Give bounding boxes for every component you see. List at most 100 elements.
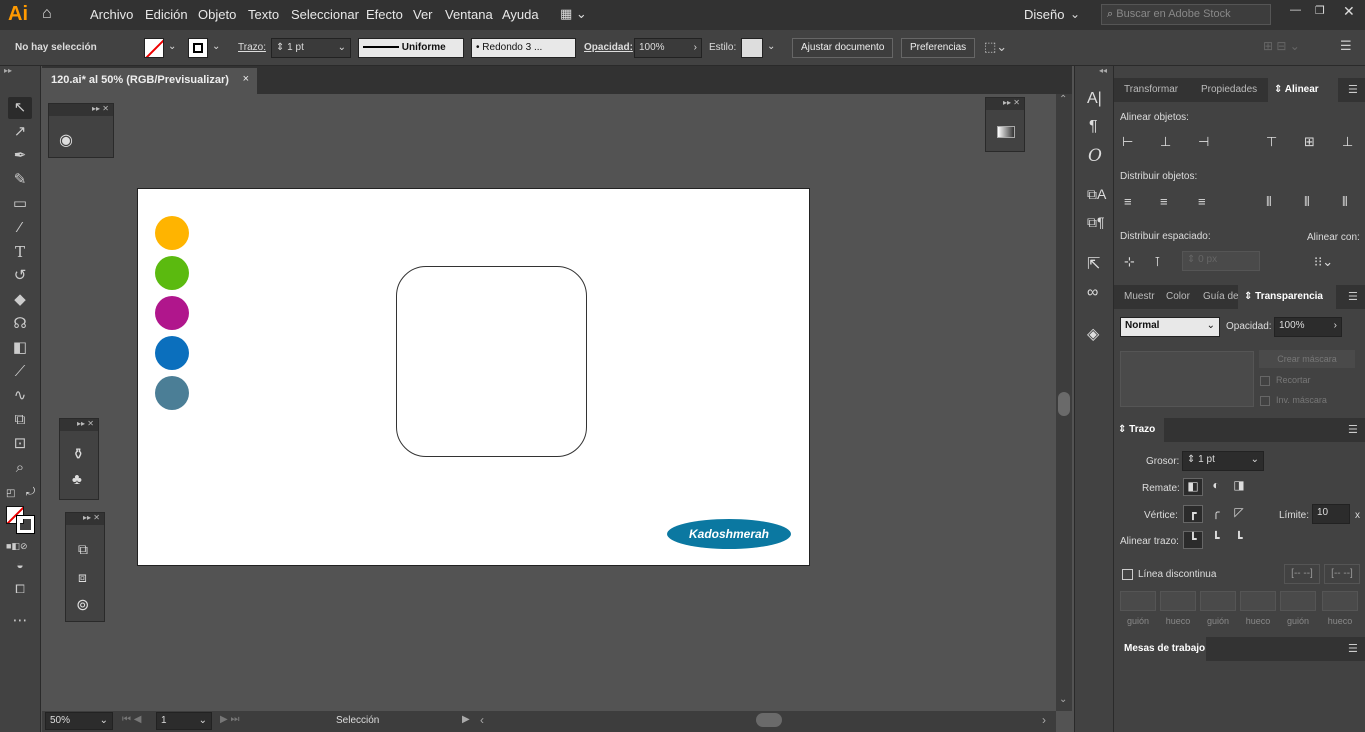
miter-join-icon[interactable]: ┏ [1183, 505, 1203, 523]
butt-cap-icon[interactable]: ◧ [1183, 478, 1203, 496]
blend-tool-icon[interactable]: ∿ [8, 385, 32, 407]
tab-guia-de-color[interactable]: Guía de [1203, 285, 1239, 309]
layers-panel-icon[interactable]: ◈ [1087, 324, 1099, 344]
chevron-right-icon[interactable]: › [1042, 713, 1046, 727]
pen-tool-icon[interactable]: ✒ [8, 145, 32, 167]
links-panel-icon[interactable]: ∞ [1087, 284, 1098, 302]
recolor-icon[interactable]: ◉ [59, 130, 73, 150]
collapse-toolbar-icon[interactable]: ▸▸ [4, 66, 12, 75]
swatch-circle-orange[interactable] [155, 216, 189, 250]
dash-field-3[interactable] [1280, 591, 1316, 611]
distribute-left-icon[interactable]: ⦀ [1266, 194, 1272, 210]
gap-field-3[interactable] [1322, 591, 1358, 611]
rectangle-tool-icon[interactable]: ▭ [8, 193, 32, 215]
round-join-icon[interactable]: ╭ [1206, 505, 1226, 523]
paintbrush-tool-icon[interactable]: ⁄ [8, 217, 32, 239]
collapse-strip-icon[interactable]: ◂◂ [1099, 66, 1107, 75]
kadoshmerah-logo[interactable]: Kadoshmerah [667, 519, 791, 549]
stroke-weight-field[interactable]: ⇕ 1 pt ⌄ [271, 38, 351, 58]
character-styles-icon[interactable]: ⧉A [1087, 186, 1106, 203]
club-symbol-icon[interactable]: ♣ [72, 471, 82, 488]
menu-objeto[interactable]: Objeto [198, 7, 236, 22]
swatch-circle-magenta[interactable] [155, 296, 189, 330]
align-left-icon[interactable]: ⊢ [1122, 134, 1133, 150]
fill-swatch[interactable] [144, 38, 164, 58]
round-cap-icon[interactable]: ◐ [1206, 478, 1226, 496]
menu-archivo[interactable]: Archivo [90, 7, 133, 22]
align-stroke-inside-icon[interactable]: ┗ [1206, 531, 1226, 549]
rotate-tool-icon[interactable]: ↺ [8, 265, 32, 287]
chevron-down-icon[interactable]: ⌄ [168, 41, 176, 52]
swatch-circle-steel[interactable] [155, 376, 189, 410]
clip-checkbox[interactable] [1260, 376, 1270, 386]
make-mask-button[interactable]: Crear máscara [1259, 350, 1355, 368]
panel-menu-icon[interactable]: ☰ [1348, 642, 1358, 655]
tab-transparencia[interactable]: ⇕ Transparencia [1238, 285, 1336, 309]
workspace-switcher[interactable]: Diseño [1024, 7, 1064, 22]
type-tool-icon[interactable]: T [8, 241, 32, 263]
chevron-down-icon[interactable]: ⌄ [1059, 694, 1067, 705]
distribute-top-icon[interactable]: ≡ [1124, 194, 1132, 209]
align-to-selection-icon[interactable]: ⁝⁝⌄ [1314, 254, 1333, 270]
blend-mode-select[interactable]: Normal ⌄ [1120, 317, 1220, 337]
distribute-bottom-icon[interactable]: ≡ [1198, 194, 1206, 209]
align-stroke-center-icon[interactable]: ┗ [1183, 531, 1203, 549]
limit-input[interactable]: 10 [1312, 504, 1350, 524]
distribute-right-icon[interactable]: ⦀ [1342, 194, 1348, 210]
align-bottom-icon[interactable]: ⊥ [1342, 134, 1353, 150]
adjust-document-button[interactable]: Ajustar documento [792, 38, 894, 58]
menu-edicion[interactable]: Edición [145, 7, 188, 22]
align-stroke-outside-icon[interactable]: ┗ [1229, 531, 1249, 549]
default-colors-icon[interactable]: ◰ [6, 488, 15, 499]
arrange-documents-icon[interactable]: ▦ ⌄ [560, 6, 587, 22]
selection-tool-icon[interactable]: ↖ [8, 97, 32, 119]
artboard-number-field[interactable]: 1 ⌄ [156, 712, 212, 730]
chevron-down-icon[interactable]: ⌄ [1070, 7, 1080, 21]
distribute-vcenter-icon[interactable]: ≡ [1160, 194, 1168, 209]
arrange-icon[interactable]: ⧈ [78, 569, 87, 586]
scroll-thumb[interactable] [1058, 392, 1070, 416]
home-icon[interactable]: ⌂ [42, 5, 52, 23]
paragraph-styles-icon[interactable]: ⧉¶ [1087, 214, 1105, 231]
export-assets-icon[interactable]: ⇱ [1087, 254, 1100, 274]
chevron-down-icon[interactable]: ⌄ [212, 41, 220, 52]
swatch-circle-blue[interactable] [155, 336, 189, 370]
swatch-circle-green[interactable] [155, 256, 189, 290]
tab-transformar[interactable]: Transformar [1124, 78, 1178, 102]
menu-ayuda[interactable]: Ayuda [502, 7, 539, 22]
tab-alinear[interactable]: ⇕ Alinear [1268, 78, 1338, 102]
export-icon[interactable]: ⧉ [78, 541, 88, 558]
panel-header[interactable]: ▸▸ ✕ [49, 104, 113, 116]
tab-trazo[interactable]: ⇕ Trazo [1114, 418, 1164, 442]
dashed-line-checkbox[interactable] [1122, 569, 1133, 580]
swap-colors-icon[interactable]: ⤾ [26, 486, 35, 499]
color-mode-icons[interactable]: ■◧⊘ [6, 541, 27, 552]
zoom-field[interactable]: 50% ⌄ [45, 712, 113, 730]
gap-field-2[interactable] [1240, 591, 1276, 611]
screen-mode-icon[interactable]: ⧠ [8, 578, 32, 600]
tab-color[interactable]: Color [1166, 285, 1190, 309]
transform-icon[interactable]: ⬚⌄ [984, 39, 1007, 55]
symbol-sprayer-icon[interactable]: ⚱ [72, 445, 85, 463]
gap-field-1[interactable] [1160, 591, 1196, 611]
gradient-tool-icon[interactable]: ◧ [8, 337, 32, 359]
draw-mode-icon[interactable]: ◒ [8, 554, 32, 576]
stroke-color-icon[interactable] [16, 515, 35, 534]
direct-selection-tool-icon[interactable]: ↗ [8, 121, 32, 143]
restore-window-icon[interactable]: ❐ [1315, 4, 1325, 17]
align-vcenter-icon[interactable]: ⊞ [1304, 134, 1315, 150]
close-window-icon[interactable]: ✕ [1343, 3, 1355, 20]
preferences-button[interactable]: Preferencias [901, 38, 976, 58]
align-right-icon[interactable]: ⊣ [1198, 134, 1209, 150]
next-artboard-icon[interactable]: ▶ ⏭ [220, 714, 239, 725]
opentype-panel-icon[interactable]: O [1088, 146, 1102, 166]
stock-search-field[interactable]: ⌕ Buscar en Adobe Stock [1101, 4, 1271, 25]
chevron-up-icon[interactable]: ⌃ [1059, 94, 1067, 105]
dash-preserve-icon[interactable]: [-- --] [1284, 564, 1320, 584]
panel-menu-icon[interactable]: ☰ [1340, 38, 1352, 54]
tab-mesas-de-trabajo[interactable]: Mesas de trabajo [1114, 637, 1206, 661]
distribute-hcenter-icon[interactable]: ⦀ [1304, 194, 1310, 210]
panel-header[interactable]: ▸▸ ✕ [66, 513, 104, 525]
menu-seleccionar[interactable]: Seleccionar [291, 7, 359, 22]
align-hcenter-icon[interactable]: ⊥ [1160, 134, 1171, 150]
